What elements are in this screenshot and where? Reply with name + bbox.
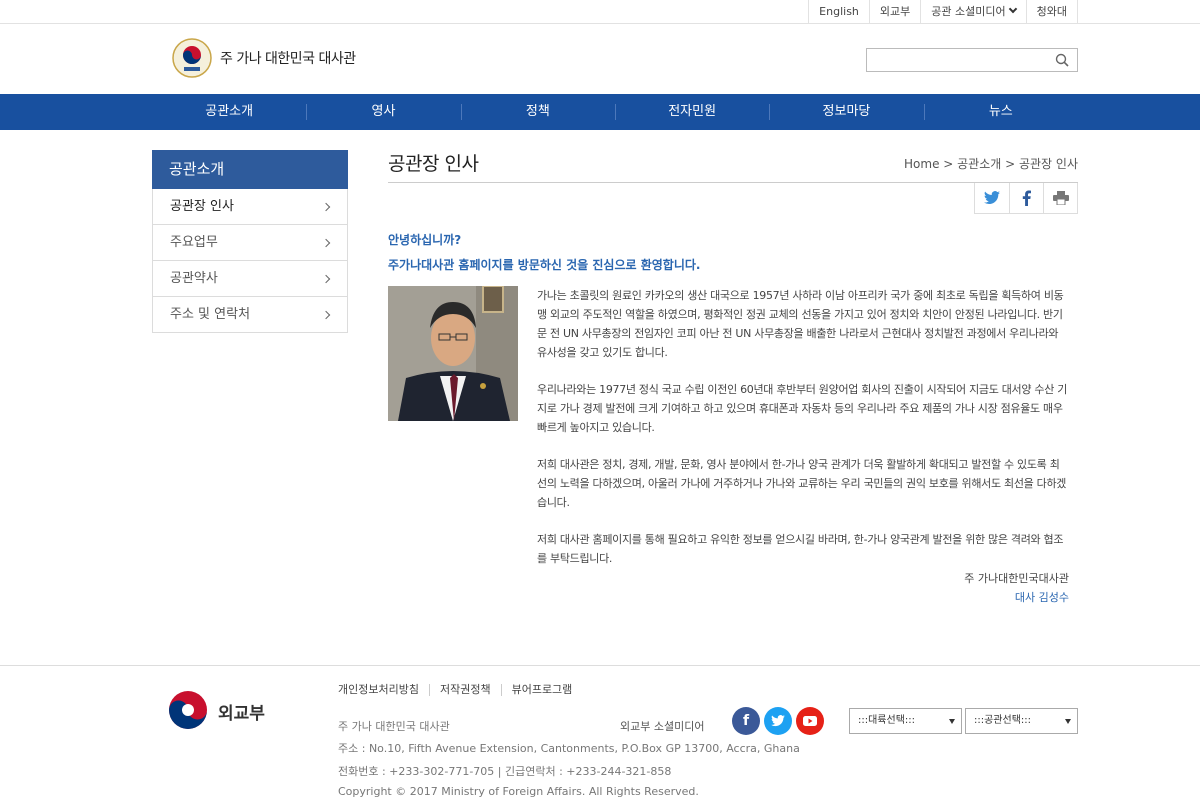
sidebar-item-label: 공관장 인사 [170,199,234,214]
mission-select[interactable]: :::공관선택::: [965,708,1078,734]
utility-bar: English 외교부 공관 소셜미디어 청와대 [0,0,1200,24]
body-paragraph: 저희 대사관 홈페이지를 통해 필요하고 유익한 정보를 얻으시길 바라며, 한… [537,533,1064,565]
chevron-right-icon [321,238,331,248]
footer-divider [0,665,1200,666]
twitter-icon [984,191,1000,204]
search-box [866,48,1078,72]
caret-down-icon [1065,719,1071,724]
mofa-logo-icon[interactable] [168,690,208,730]
util-link-social-label: 공관 소셜미디어 [931,5,1006,18]
body-paragraph: 우리나라와는 1977년 정식 국교 수립 이전인 60년대 후반부터 원양어업… [537,383,1068,434]
facebook-icon [1022,190,1031,206]
chevron-right-icon [321,310,331,320]
footer-social-icons: f [732,707,824,735]
nav-item-policy[interactable]: 정책 [460,94,615,130]
print-icon [1052,191,1069,205]
twitter-icon[interactable] [764,707,792,735]
nav-item-about[interactable]: 공관소개 [152,94,306,130]
nav-item-info[interactable]: 정보마당 [769,94,923,130]
footer-logo-text[interactable]: 외교부 [218,699,265,724]
sidebar: 공관소개 공관장 인사 주요업무 공관약사 주소 및 연락처 [152,150,348,333]
page-title: 공관장 인사 [388,153,479,175]
signature-name: 대사 김성수 [1014,591,1069,604]
mission-select-value: :::공관선택::: [974,715,1032,726]
sidebar-item-label: 주요업무 [170,235,218,250]
chevron-down-icon [1008,4,1017,14]
chevron-right-icon [321,274,331,284]
ambassador-photo [388,286,518,421]
caret-down-icon [949,719,955,724]
continent-select[interactable]: :::대륙선택::: [849,708,962,734]
sidebar-item-greeting[interactable]: 공관장 인사 [152,189,348,225]
twitter-share-button[interactable] [975,183,1009,213]
greeting-line-2: 주가나대사관 홈페이지를 방문하신 것을 진심으로 환영합니다. [388,258,701,272]
body-paragraph: 저희 대사관은 정치, 경제, 개발, 문화, 영사 분야에서 한-가나 양국 … [537,458,1067,509]
facebook-share-button[interactable] [1009,183,1043,213]
sidebar-item-history[interactable]: 공관약사 [152,261,348,297]
util-link-social-dropdown[interactable]: 공관 소셜미디어 [920,0,1025,24]
signature-org: 주 가나대한민국대사관 [964,572,1069,585]
footer-links: 개인정보처리방침 저작권정책 뷰어프로그램 [338,684,582,696]
search-icon[interactable] [1055,53,1069,67]
facebook-icon[interactable]: f [732,707,760,735]
sidebar-item-contact[interactable]: 주소 및 연락처 [152,297,348,333]
share-buttons [974,183,1078,214]
footer-link-copyright[interactable]: 저작권정책 [428,684,501,696]
nav-item-e-services[interactable]: 전자민원 [614,94,769,130]
sidebar-item-duties[interactable]: 주요업무 [152,225,348,261]
greeting-line-1: 안녕하십니까? [388,233,462,247]
main-nav: 공관소개 영사 정책 전자민원 정보마당 뉴스 [0,94,1200,130]
greeting-body: 가나는 초콜릿의 원료인 카카오의 생산 대국으로 1957년 사하라 이남 아… [537,286,1069,586]
footer-phone: 전화번호 : +233-302-771-705 | 긴급연락처 : +233-2… [338,765,672,778]
sidebar-item-label: 공관약사 [170,271,218,286]
footer-social-label: 외교부 소셜미디어 [620,720,705,733]
util-link-mofa[interactable]: 외교부 [868,0,920,24]
breadcrumb[interactable]: Home > 공관소개 > 공관장 인사 [904,155,1078,172]
body-paragraph: 가나는 초콜릿의 원료인 카카오의 생산 대국으로 1957년 사하라 이남 아… [537,289,1064,359]
embassy-emblem-icon[interactable] [172,38,212,78]
footer-link-privacy[interactable]: 개인정보처리방침 [338,684,429,696]
util-link-english[interactable]: English [808,0,869,24]
continent-select-value: :::대륙선택::: [858,715,916,726]
nav-item-consular[interactable]: 영사 [306,94,460,130]
sidebar-title: 공관소개 [152,150,348,189]
footer-copyright: Copyright © 2017 Ministry of Foreign Aff… [338,785,699,798]
util-link-bluehouse[interactable]: 청와대 [1025,0,1078,24]
utility-links: English 외교부 공관 소셜미디어 청와대 [808,0,1078,24]
nav-item-news[interactable]: 뉴스 [923,94,1078,130]
print-button[interactable] [1043,183,1077,213]
youtube-icon[interactable] [796,707,824,735]
footer-link-viewer[interactable]: 뷰어프로그램 [500,684,583,696]
footer-embassy-name: 주 가나 대한민국 대사관 [338,720,450,733]
sidebar-item-label: 주소 및 연락처 [170,307,251,322]
site-name[interactable]: 주 가나 대한민국 대사관 [220,48,356,68]
search-input[interactable] [867,49,1047,71]
chevron-right-icon [321,202,331,212]
footer-address: 주소 : No.10, Fifth Avenue Extension, Cant… [338,742,800,755]
